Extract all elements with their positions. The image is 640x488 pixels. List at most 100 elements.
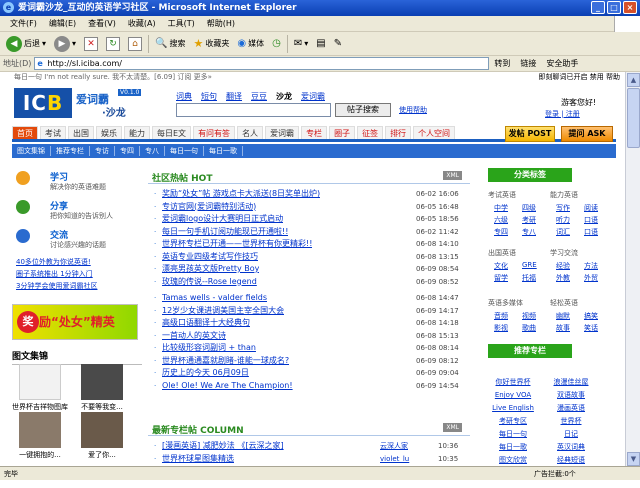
table-row[interactable]: · 英语专业四级考试写作技巧 06-08 13:15 (148, 251, 470, 264)
cat-sign[interactable]: 征签 (357, 126, 384, 139)
cat-daily-e[interactable]: 每日E文 (152, 126, 192, 139)
left-link[interactable]: 40多位外教为你说英语! (16, 256, 142, 268)
print-button[interactable]: ▤ (314, 38, 327, 49)
rec-column-link[interactable]: 双语故事 (546, 389, 596, 401)
edit-button[interactable]: ✎ (332, 38, 344, 49)
ticker-right[interactable]: 即刻聊词已开启 禁用 帮助 (539, 72, 620, 82)
post-button[interactable]: 发帖 POST (505, 126, 555, 142)
menu-edit[interactable]: 编辑(E) (43, 18, 82, 29)
rec-column-link[interactable]: 漫画英语 (546, 402, 596, 414)
subnav-tem4[interactable]: 专四 (115, 146, 140, 156)
search-help-link[interactable]: 使用帮助 (399, 105, 427, 115)
rec-column-link[interactable]: Enjoy VOA (488, 389, 538, 401)
tag-link[interactable]: 影视 (494, 323, 508, 333)
mail-button[interactable]: ✉ ▾ (292, 38, 310, 49)
rec-column-link[interactable]: 经典短语 (546, 454, 596, 466)
tag-link[interactable]: 视频 (522, 311, 536, 321)
tag-link[interactable]: 音频 (494, 311, 508, 321)
post-title[interactable]: 奖励“处女”帖 游戏点卡大派送(8日奖单出炉) (162, 188, 320, 201)
table-row[interactable]: · 历史上的今天 06月09日 06-09 09:04 (148, 367, 470, 380)
table-row[interactable]: · 奖励“处女”帖 游戏点卡大派送(8日奖单出炉) 06-02 16:06 (148, 188, 470, 201)
table-row[interactable]: · Tamas wells - valder fields 06-08 14:47 (148, 292, 470, 305)
tag-link[interactable]: GRE (522, 261, 537, 269)
post-title[interactable]: [漫画英语] 减肥妙法 《[云深之家] (162, 440, 284, 453)
nav-translate[interactable]: 翻译 (226, 91, 242, 102)
rec-column-link[interactable]: 浪漫佳丝屋 (546, 376, 596, 388)
scroll-thumb[interactable] (627, 88, 640, 148)
post-title[interactable]: 12岁少女课进调美国主宰全国大会 (162, 305, 284, 318)
post-title[interactable]: 世界杯通通嘉就剧睹-谁能一球成名? (162, 355, 289, 368)
rec-column-link[interactable]: Live English (488, 402, 538, 414)
menu-favorites[interactable]: 收藏(A) (122, 18, 162, 29)
nav-salon[interactable]: 沙龙 (276, 91, 292, 102)
tag-link[interactable]: 口语 (584, 227, 598, 237)
tag-link[interactable]: 笑话 (584, 323, 598, 333)
minimize-button[interactable]: _ (591, 1, 605, 14)
column-xml-badge[interactable]: XML (443, 423, 462, 432)
gallery-item[interactable]: 爱了你... (74, 412, 130, 460)
cat-exam[interactable]: 考试 (40, 126, 66, 139)
tag-link[interactable]: 考研 (522, 215, 536, 225)
tag-link[interactable]: 方法 (584, 261, 598, 271)
rec-column-link[interactable]: 每日一歌 (488, 441, 538, 453)
post-search-button[interactable]: 帖子搜索 (335, 103, 391, 117)
maximize-button[interactable]: □ (607, 1, 621, 14)
gallery-item[interactable]: 不要等我变... (74, 364, 130, 412)
tag-link[interactable]: 搞笑 (584, 311, 598, 321)
table-row[interactable]: · 爱词霸logo设计大赛明日正式启动 06-05 18:56 (148, 213, 470, 226)
table-row[interactable]: · 一首动人的英文诗 06-08 15:13 (148, 330, 470, 343)
table-row[interactable]: · 世界杯球星图集精选 violet_lu 10:35 (148, 453, 470, 466)
tag-link[interactable]: 专四 (494, 227, 508, 237)
post-title[interactable]: 每日一句手机订阅功能现已开通啦!! (162, 226, 288, 239)
close-button[interactable]: × (623, 1, 637, 14)
favorites-button[interactable]: ★ 收藏夹 (191, 37, 231, 50)
tag-link[interactable]: 幽默 (556, 311, 570, 321)
rec-column-link[interactable]: 考研专区 (488, 415, 538, 427)
tag-link[interactable]: 外教 (556, 273, 570, 283)
table-row[interactable]: · 玫瑰的传说--Rose legend 06-09 08:52 (148, 276, 470, 289)
tag-link[interactable]: 歌曲 (522, 323, 536, 333)
table-row[interactable]: · Ole! Ole! We Are The Champion! 06-09 14:… (148, 380, 470, 393)
gallery-item[interactable]: 世界杯吉祥物图库 (12, 364, 68, 412)
table-row[interactable]: · 12岁少女课进调美国主宰全国大会 06-09 14:17 (148, 305, 470, 318)
nav-phrase[interactable]: 短句 (201, 91, 217, 102)
cat-column[interactable]: 专栏 (301, 126, 328, 139)
menu-tools[interactable]: 工具(T) (162, 18, 201, 29)
post-title[interactable]: 历史上的今天 06月09日 (162, 367, 249, 380)
cat-space[interactable]: 个人空间 (413, 126, 456, 139)
rec-column-link[interactable]: 英汉词典 (546, 441, 596, 453)
post-title[interactable]: Tamas wells - valder fields (162, 292, 267, 305)
tag-link[interactable]: 词汇 (556, 227, 570, 237)
post-title[interactable]: 英语专业四级考试写作技巧 (162, 251, 258, 264)
menu-help[interactable]: 帮助(H) (201, 18, 241, 29)
stop-button[interactable]: ✕ (82, 36, 100, 51)
subnav-interview[interactable]: 专访 (90, 146, 115, 156)
subnav-daily-sentence[interactable]: 每日一句 (165, 146, 204, 156)
back-button[interactable]: ◀ 后退 ▾ (4, 35, 48, 52)
table-row[interactable]: · 漂亮男孩英文版Pretty Boy 06-09 08:54 (148, 263, 470, 276)
rec-column-link[interactable]: 每日一句 (488, 428, 538, 440)
menu-view[interactable]: 查看(V) (82, 18, 122, 29)
tag-link[interactable]: 口语 (584, 215, 598, 225)
menu-file[interactable]: 文件(F) (4, 18, 43, 29)
address-input[interactable]: http://sl.iciba.com/ (34, 57, 490, 70)
scroll-down-arrow-icon[interactable]: ▼ (627, 452, 640, 466)
tag-link[interactable]: 文化 (494, 261, 508, 271)
vertical-scrollbar[interactable]: ▲ ▼ (625, 72, 640, 467)
post-title[interactable]: 专访官网(爱词霸特别活动) (162, 201, 256, 214)
table-row[interactable]: · 高级口语翻译十大经典句 06-08 14:18 (148, 317, 470, 330)
post-title[interactable]: 漂亮男孩英文版Pretty Boy (162, 263, 259, 276)
media-button[interactable]: ◉ 媒体 (235, 38, 266, 49)
cat-ability[interactable]: 能力 (124, 126, 150, 139)
nav-doudou[interactable]: 豆豆 (251, 91, 267, 102)
home-button[interactable]: ⌂ (126, 36, 144, 51)
feature-communicate[interactable]: 交流 讨论感兴趣的话题 (12, 226, 142, 254)
rec-column-link[interactable]: 你好世界杯 (488, 376, 538, 388)
tag-link[interactable]: 写作 (556, 203, 570, 213)
tag-link[interactable]: 中学 (494, 203, 508, 213)
login-register-links[interactable]: 登录 | 注册 (545, 109, 580, 119)
search-button[interactable]: 🔍 搜索 (153, 38, 187, 49)
post-title[interactable]: 比较级形容词副词 + than (162, 342, 256, 355)
feature-learn[interactable]: 学习 解决你的英语难题 (12, 168, 142, 196)
refresh-button[interactable]: ↻ (104, 36, 122, 51)
